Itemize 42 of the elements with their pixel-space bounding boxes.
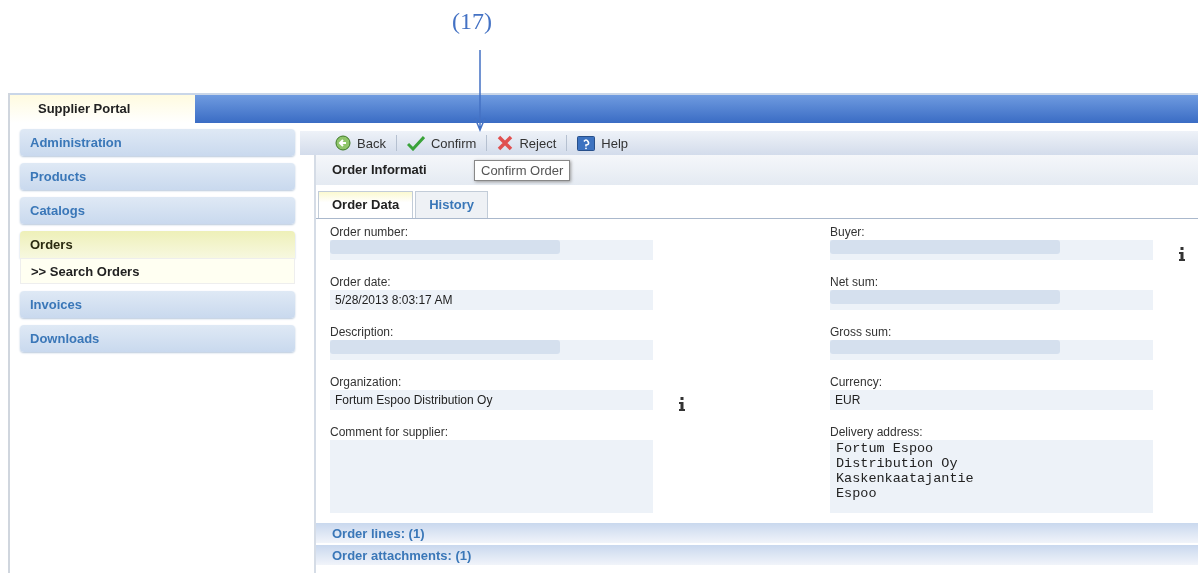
tab[interactable]: History <box>415 191 488 218</box>
tooltip: Confirm Order <box>474 160 571 181</box>
portal-tab[interactable]: Supplier Portal <box>10 95 195 123</box>
callout-number: (17) <box>452 8 492 35</box>
nav-item[interactable]: Products <box>20 163 295 190</box>
info-icon[interactable] <box>678 397 686 411</box>
toolbar-button[interactable]: Reject <box>487 132 567 154</box>
info-icon[interactable] <box>1178 247 1186 261</box>
section-header[interactable]: Order lines: (1) <box>316 523 1198 543</box>
back-icon <box>335 135 351 151</box>
checkmark-icon <box>406 135 425 151</box>
field-label: Comment for supplier: <box>330 425 450 440</box>
nav-item[interactable]: Orders <box>20 231 295 258</box>
address-box[interactable]: Fortum Espoo Distribution Oy Kaskenkaatajantie Espoo <box>830 440 1153 513</box>
nav-item[interactable]: Administration <box>20 129 295 156</box>
nav-subitem[interactable]: >> Search Orders <box>20 258 295 284</box>
field-label: Description: <box>330 325 395 340</box>
input-field[interactable] <box>330 340 653 360</box>
nav-item[interactable]: Catalogs <box>20 197 295 224</box>
toolbar-button[interactable]: Back <box>325 132 396 154</box>
close-icon <box>497 135 514 151</box>
field-label: Currency: <box>830 375 883 390</box>
input-field[interactable] <box>830 240 1153 260</box>
input-field[interactable]: 5/28/2013 8:03:17 AM <box>330 290 653 310</box>
section-header[interactable]: Order attachments: (1) <box>316 545 1198 565</box>
field-label: Order date: <box>330 275 392 290</box>
tab[interactable]: Order Data <box>318 191 414 218</box>
input-field[interactable]: EUR <box>830 390 1153 410</box>
input-field[interactable] <box>830 340 1153 360</box>
field-label: Delivery address: <box>830 425 924 440</box>
field-label: Buyer: <box>830 225 866 240</box>
help-icon <box>577 135 596 151</box>
input-field[interactable]: Fortum Espoo Distribution Oy <box>330 390 653 410</box>
input-field[interactable] <box>830 290 1153 310</box>
field-label: Net sum: <box>830 275 879 290</box>
panel-title: Order Informati <box>332 162 427 177</box>
field-label: Organization: <box>330 375 403 390</box>
field-label: Gross sum: <box>830 325 893 340</box>
input-field[interactable] <box>330 240 653 260</box>
toolbar-button[interactable]: Help <box>567 132 639 154</box>
toolbar-button[interactable]: Confirm <box>396 132 487 154</box>
field-label: Order number: <box>330 225 410 240</box>
